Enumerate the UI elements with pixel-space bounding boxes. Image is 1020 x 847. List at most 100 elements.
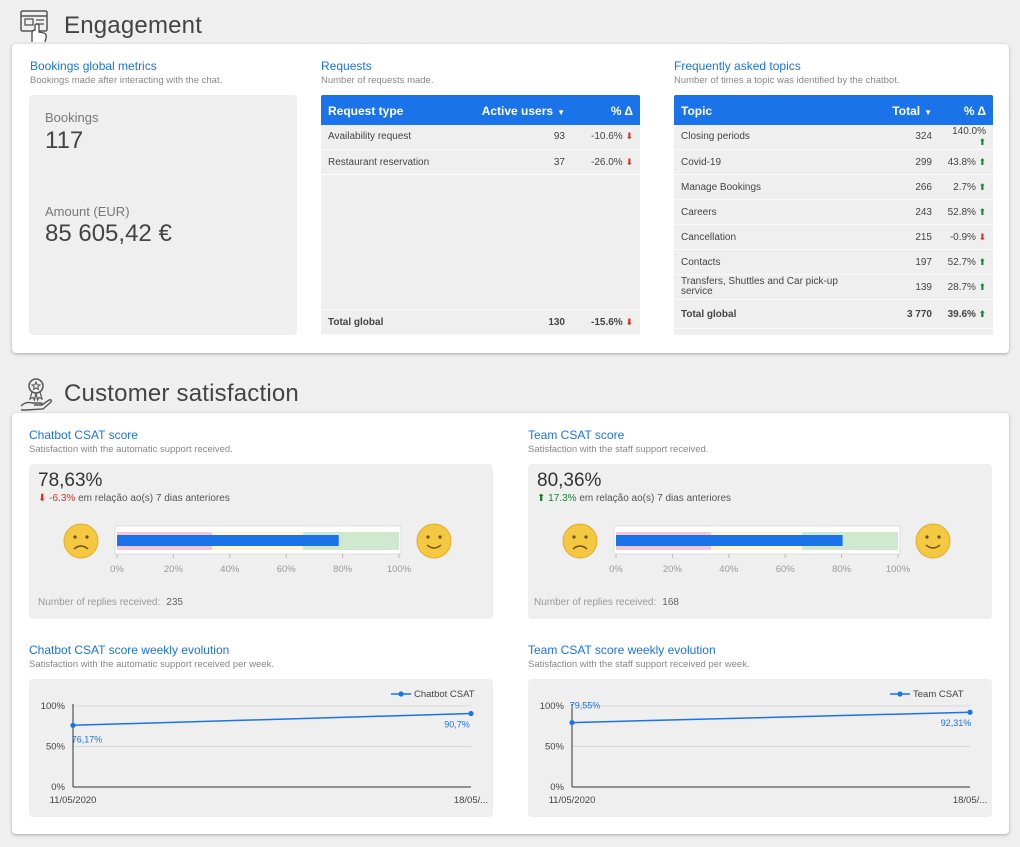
table-row: Manage Bookings 266 2.7% ⬆ xyxy=(674,175,993,200)
data-point[interactable] xyxy=(70,722,76,728)
data-label: 76,17% xyxy=(72,734,103,744)
replies-value: 235 xyxy=(166,597,183,608)
delta-cell: -0.9% ⬇ xyxy=(949,231,986,243)
total-cell: 243 xyxy=(915,206,932,218)
legend-label: Chatbot CSAT xyxy=(414,689,475,700)
col-active-users[interactable]: Active users ▼ xyxy=(469,95,572,125)
chatbot-replies: Number of replies received: 235 xyxy=(38,597,183,608)
table-row: Transfers, Shuttles and Car pick-up serv… xyxy=(674,275,993,300)
total-row: Total global 3 770 39.6% ⬆ xyxy=(674,300,993,329)
delta-cell: -10.6% ⬇ xyxy=(590,131,633,143)
x-tick-label: 11/05/2020 xyxy=(549,795,596,806)
bookings-label: Bookings xyxy=(45,110,99,125)
sort-desc-icon: ▼ xyxy=(924,108,932,118)
team-csat-box: 80,36% ⬆ 17.3% em relação ao(s) 7 dias a… xyxy=(528,464,992,619)
total-cell: 139 xyxy=(915,281,932,293)
arrow-up-icon: ⬆ xyxy=(978,136,986,147)
data-point[interactable] xyxy=(569,719,575,726)
total-cell: 299 xyxy=(915,156,932,168)
chatbot-weekly-box: 0% 50% 100% 11/05/2020 18/05/... 76,17% 90,7% C… xyxy=(29,679,493,817)
requests-widget-title: Requests xyxy=(321,59,372,73)
delta-cell: 28.7% ⬆ xyxy=(947,281,986,293)
total-label: Total global xyxy=(328,316,384,328)
arrow-down-icon: ⬇ xyxy=(625,316,633,327)
series-line xyxy=(72,712,472,727)
happy-face-icon xyxy=(416,523,452,559)
total-cell: 324 xyxy=(915,131,932,143)
col-total[interactable]: Total ▼ xyxy=(859,95,939,125)
users-cell: 93 xyxy=(553,131,565,143)
bullet-tick-label: 60% xyxy=(277,564,297,575)
chat-window-hand-icon xyxy=(20,10,48,43)
bullet-value-bar xyxy=(616,535,843,546)
bullet-axis: 0% 20% 40% 60% 80% 100% xyxy=(609,554,911,575)
legend-marker xyxy=(897,691,903,697)
arrow-up-icon: ⬆ xyxy=(537,493,546,504)
bullet-tick-label: 40% xyxy=(220,564,240,575)
chatbot-delta-text: em relação ao(s) 7 dias anteriores xyxy=(78,493,230,504)
team-weekly-line-chart: 0% 50% 100% 11/05/2020 18/05/... 79,55% 92,31%… xyxy=(540,689,987,806)
delta-cell: -26.0% ⬇ xyxy=(590,156,633,168)
data-label: 79,55% xyxy=(570,701,601,711)
y-tick-label: 0% xyxy=(550,782,564,793)
satisfaction-header: Customer satisfaction xyxy=(18,374,299,414)
y-tick-label: 50% xyxy=(46,742,66,753)
total-label: Total global xyxy=(681,308,737,320)
total-users: 130 xyxy=(548,316,565,328)
arrow-up-icon: ⬆ xyxy=(975,206,986,217)
topic-cell: Covid-19 xyxy=(681,156,722,168)
chatbot-csat-box: 78,63% ⬇ -6.3% em relação ao(s) 7 dias a… xyxy=(29,464,493,619)
bullet-tick-label: 80% xyxy=(333,564,353,575)
table-row: Cancellation 215 -0.9% ⬇ xyxy=(674,225,993,250)
delta-cell: 2.7% ⬆ xyxy=(953,181,986,193)
total-delta: -15.6% ⬇ xyxy=(590,316,633,328)
data-point[interactable] xyxy=(967,709,973,715)
replies-label: Number of replies received: xyxy=(38,597,161,608)
y-tick-label: 100% xyxy=(41,701,66,712)
chart-legend: Chatbot CSAT xyxy=(391,689,475,700)
team-csat-score: 80,36% xyxy=(537,470,602,491)
bookings-metrics-box: Bookings 117 Amount (EUR) 85 605,42 € xyxy=(29,95,297,335)
amount-value: 85 605,42 € xyxy=(45,220,172,247)
team-replies: Number of replies received: 168 xyxy=(534,597,679,608)
topics-table: Topic Total ▼ % Δ Closing periods 324 140.0… xyxy=(674,95,993,329)
col-topic[interactable]: Topic xyxy=(674,95,859,125)
team-csat-title: Team CSAT score xyxy=(528,428,625,442)
team-weekly-box: 0% 50% 100% 11/05/2020 18/05/... 79,55% 92,31%… xyxy=(528,679,992,817)
table-row: Closing periods 324 140.0% ⬆ xyxy=(674,125,993,150)
total-cell: 197 xyxy=(915,256,932,268)
topic-cell: Manage Bookings xyxy=(681,181,762,193)
table-row: Restaurant reservation 37 -26.0% ⬇ xyxy=(321,150,640,175)
team-weekly-subtitle: Satisfaction with the staff support rece… xyxy=(528,659,750,670)
engagement-header: Engagement xyxy=(18,6,202,46)
bookings-widget-title: Bookings global metrics xyxy=(30,59,157,73)
request-type-cell: Restaurant reservation xyxy=(328,156,430,168)
team-delta-text: em relação ao(s) 7 dias anteriores xyxy=(579,493,732,504)
requests-table: Request type Active users ▼ % Δ Availabil… xyxy=(321,95,640,335)
y-tick-label: 100% xyxy=(540,701,565,712)
bullet-tick-label: 20% xyxy=(164,564,184,575)
topic-cell: Contacts xyxy=(681,256,721,268)
data-label: 92,31% xyxy=(941,718,972,728)
data-label: 90,7% xyxy=(444,720,470,730)
col-delta[interactable]: % Δ xyxy=(939,95,993,125)
bullet-tick-label: 40% xyxy=(719,564,739,575)
data-point[interactable] xyxy=(468,710,474,717)
series-line xyxy=(571,711,971,724)
bullet-tick-label: 60% xyxy=(776,564,796,575)
col-request-type[interactable]: Request type xyxy=(321,95,469,125)
col-delta[interactable]: % Δ xyxy=(572,95,640,125)
x-tick-label: 11/05/2020 xyxy=(50,795,97,806)
request-type-cell: Availability request xyxy=(328,131,412,143)
bullet-tick-label: 0% xyxy=(609,564,623,575)
x-tick-label: 18/05/... xyxy=(454,795,488,806)
y-tick-label: 0% xyxy=(51,782,65,793)
chatbot-weekly-subtitle: Satisfaction with the automatic support … xyxy=(29,659,275,670)
arrow-up-icon: ⬆ xyxy=(975,281,986,292)
total-cell: 215 xyxy=(915,231,932,243)
team-csat-subtitle: Satisfaction with the staff support rece… xyxy=(528,444,709,455)
delta-cell: 52.8% ⬆ xyxy=(947,206,986,218)
arrow-up-icon: ⬆ xyxy=(975,156,986,167)
chatbot-weekly-title: Chatbot CSAT score weekly evolution xyxy=(29,643,230,657)
chatbot-csat-score: 78,63% xyxy=(38,470,103,491)
